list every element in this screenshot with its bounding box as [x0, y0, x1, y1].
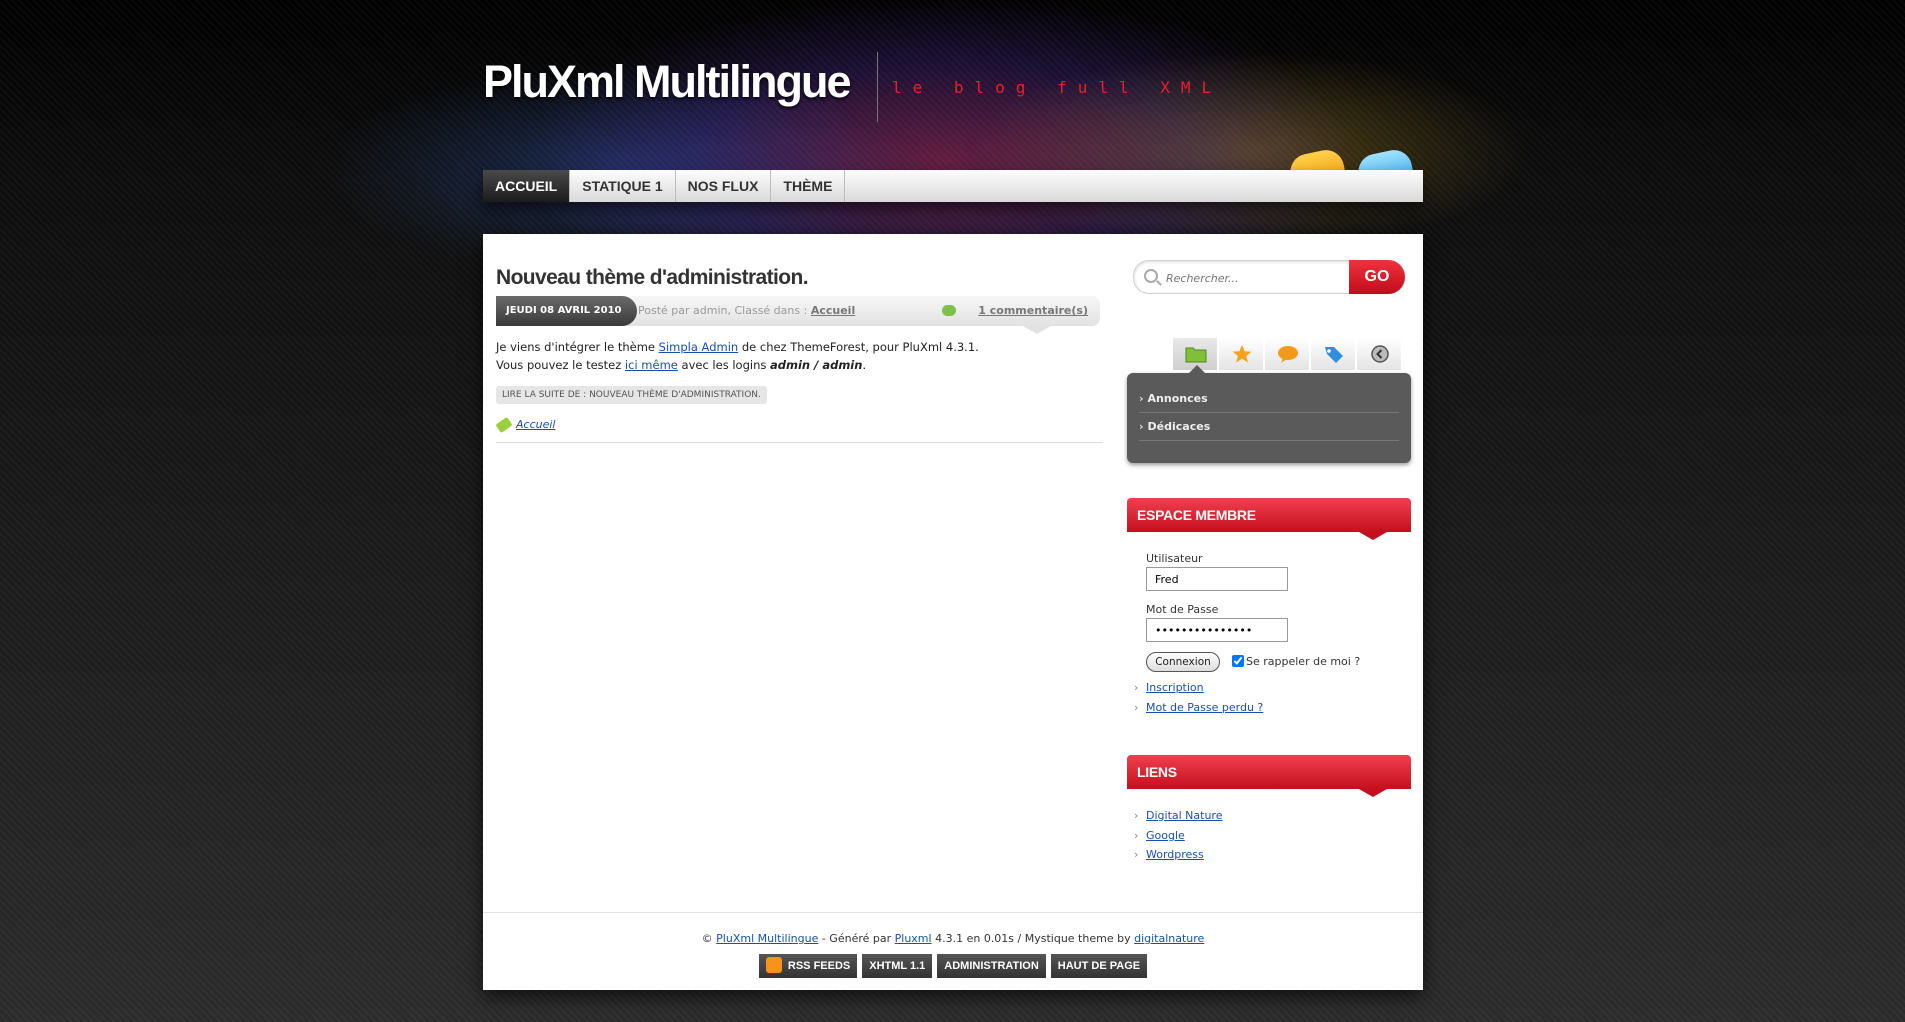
- post-category-link[interactable]: Accueil: [811, 304, 855, 317]
- post-meta-prefix: Posté par admin, Classé dans :: [638, 304, 808, 317]
- username-field[interactable]: [1146, 567, 1288, 591]
- xhtml-button[interactable]: XHTML 1.1: [862, 954, 933, 978]
- rss-feeds-button[interactable]: RSS FEEDS: [758, 954, 858, 978]
- speech-bubble-icon: [1278, 346, 1298, 363]
- star-icon: [1232, 345, 1252, 363]
- search-icon: [1144, 269, 1158, 283]
- password-field[interactable]: [1146, 618, 1288, 642]
- username-label: Utilisateur: [1146, 552, 1203, 565]
- panel-arrow: [1189, 365, 1205, 373]
- nav-item-nos-flux[interactable]: NOS FLUX: [676, 170, 772, 202]
- demo-link[interactable]: ici même: [625, 358, 678, 372]
- widget-tail: [1359, 532, 1387, 540]
- tab-archives[interactable]: [1357, 338, 1401, 370]
- footer-theme-link[interactable]: digitalnature: [1134, 932, 1204, 945]
- remember-label: Se rappeler de moi ?: [1246, 655, 1361, 668]
- search-go-button[interactable]: GO: [1349, 260, 1405, 294]
- tab-tags[interactable]: [1311, 338, 1355, 370]
- sidebar-tabs: [1173, 338, 1413, 370]
- login-button[interactable]: Connexion: [1146, 652, 1220, 672]
- tag-icon: [495, 416, 513, 434]
- post-divider: [496, 442, 1103, 443]
- footer-buttons: RSS FEEDS XHTML 1.1 ADMINISTRATION HAUT …: [483, 954, 1423, 978]
- body-text: Vous pouvez le testez: [496, 358, 622, 372]
- page-content: Nouveau thème d'administration. JEUDI 08…: [483, 234, 1423, 990]
- comments-link[interactable]: 1 commentaire(s): [978, 304, 1088, 317]
- category-item[interactable]: › Dédicaces: [1139, 413, 1399, 441]
- copyright-symbol: ©: [701, 932, 713, 945]
- post-body: Je viens d'intégrer le thème Simpla Admi…: [496, 338, 1096, 374]
- category-label: Dédicaces: [1147, 420, 1211, 433]
- administration-button[interactable]: ADMINISTRATION: [937, 954, 1046, 978]
- register-link[interactable]: Inscription: [1146, 681, 1204, 694]
- body-text: Je viens d'intégrer le thème: [496, 340, 655, 354]
- category-item[interactable]: › Annonces: [1139, 385, 1399, 413]
- nav-item-accueil[interactable]: ACCUEIL: [483, 170, 571, 202]
- chevron-right-icon: ›: [1139, 420, 1144, 433]
- member-widget-title: ESPACE MEMBRE: [1127, 498, 1411, 540]
- nav-item-statique-1[interactable]: STATIQUE 1: [570, 170, 676, 202]
- chevron-right-icon: ›: [1134, 809, 1139, 822]
- widget-title-text: ESPACE MEMBRE: [1137, 507, 1256, 523]
- clock-back-icon: [1371, 345, 1389, 363]
- post-tag-link[interactable]: Accueil: [516, 418, 555, 431]
- blogroll-link[interactable]: Digital Nature: [1146, 809, 1222, 822]
- chevron-right-icon: ›: [1134, 701, 1139, 714]
- footer-site-link[interactable]: PluXml Multilingue: [716, 932, 818, 945]
- footer-text: - Généré par: [821, 932, 892, 945]
- post-date: JEUDI 08 AVRIL 2010: [496, 296, 638, 326]
- meta-arrow: [1023, 326, 1051, 334]
- tag-icon: [1325, 347, 1343, 363]
- search-box: GO: [1133, 260, 1405, 294]
- simpla-admin-link[interactable]: Simpla Admin: [659, 340, 739, 354]
- chevron-right-icon: ›: [1134, 848, 1139, 861]
- back-to-top-button[interactable]: HAUT DE PAGE: [1050, 954, 1148, 978]
- post-title[interactable]: Nouveau thème d'administration.: [496, 266, 809, 290]
- button-label: RSS FEEDS: [787, 960, 851, 972]
- footer-credits: © PluXml Multilingue - Généré par Pluxml…: [483, 932, 1423, 945]
- body-text: de chez ThemeForest, pour PluXml 4.3.1.: [741, 340, 979, 354]
- post-meta-bar: JEUDI 08 AVRIL 2010 Posté par admin, Cla…: [496, 296, 1100, 326]
- links-widget-title: LIENS: [1127, 755, 1411, 797]
- lost-password-link[interactable]: Mot de Passe perdu ?: [1146, 701, 1263, 714]
- footer-divider: [483, 912, 1423, 913]
- folder-icon: [1185, 347, 1207, 363]
- comment-icon: [942, 305, 956, 316]
- widget-tail: [1359, 789, 1387, 797]
- nav-item-theme[interactable]: THÈME: [771, 170, 846, 202]
- site-tagline: le blog full XML: [892, 78, 1223, 97]
- tab-popular[interactable]: [1219, 338, 1263, 370]
- blogroll-link[interactable]: Wordpress: [1146, 848, 1204, 861]
- login-credentials: admin / admin: [770, 358, 863, 372]
- search-input[interactable]: [1164, 267, 1348, 289]
- title-separator: [877, 52, 878, 122]
- body-text: avec les logins: [681, 358, 767, 372]
- main-nav: ACCUEIL STATIQUE 1 NOS FLUX THÈME: [483, 170, 1423, 202]
- blogroll-link[interactable]: Google: [1146, 829, 1185, 842]
- post-meta: Posté par admin, Classé dans : Accueil: [638, 304, 855, 317]
- category-label: Annonces: [1147, 392, 1208, 405]
- chevron-right-icon: ›: [1134, 681, 1139, 694]
- chevron-right-icon: ›: [1139, 392, 1144, 405]
- site-title[interactable]: PluXml Multilingue: [483, 56, 851, 108]
- tab-comments[interactable]: [1265, 338, 1309, 370]
- footer-pluxml-link[interactable]: Pluxml: [895, 932, 932, 945]
- widget-title-text: LIENS: [1137, 764, 1177, 780]
- remember-checkbox[interactable]: [1232, 655, 1244, 667]
- rss-icon: [765, 957, 782, 974]
- read-more-link[interactable]: LIRE LA SUITE DE : NOUVEAU THÈME D'ADMIN…: [496, 386, 767, 404]
- footer-text: 4.3.1 en 0.01s / Mystique theme by: [935, 932, 1131, 945]
- chevron-right-icon: ›: [1134, 829, 1139, 842]
- categories-panel: › Annonces › Dédicaces: [1127, 365, 1411, 463]
- body-text: .: [862, 358, 867, 372]
- password-label: Mot de Passe: [1146, 603, 1219, 616]
